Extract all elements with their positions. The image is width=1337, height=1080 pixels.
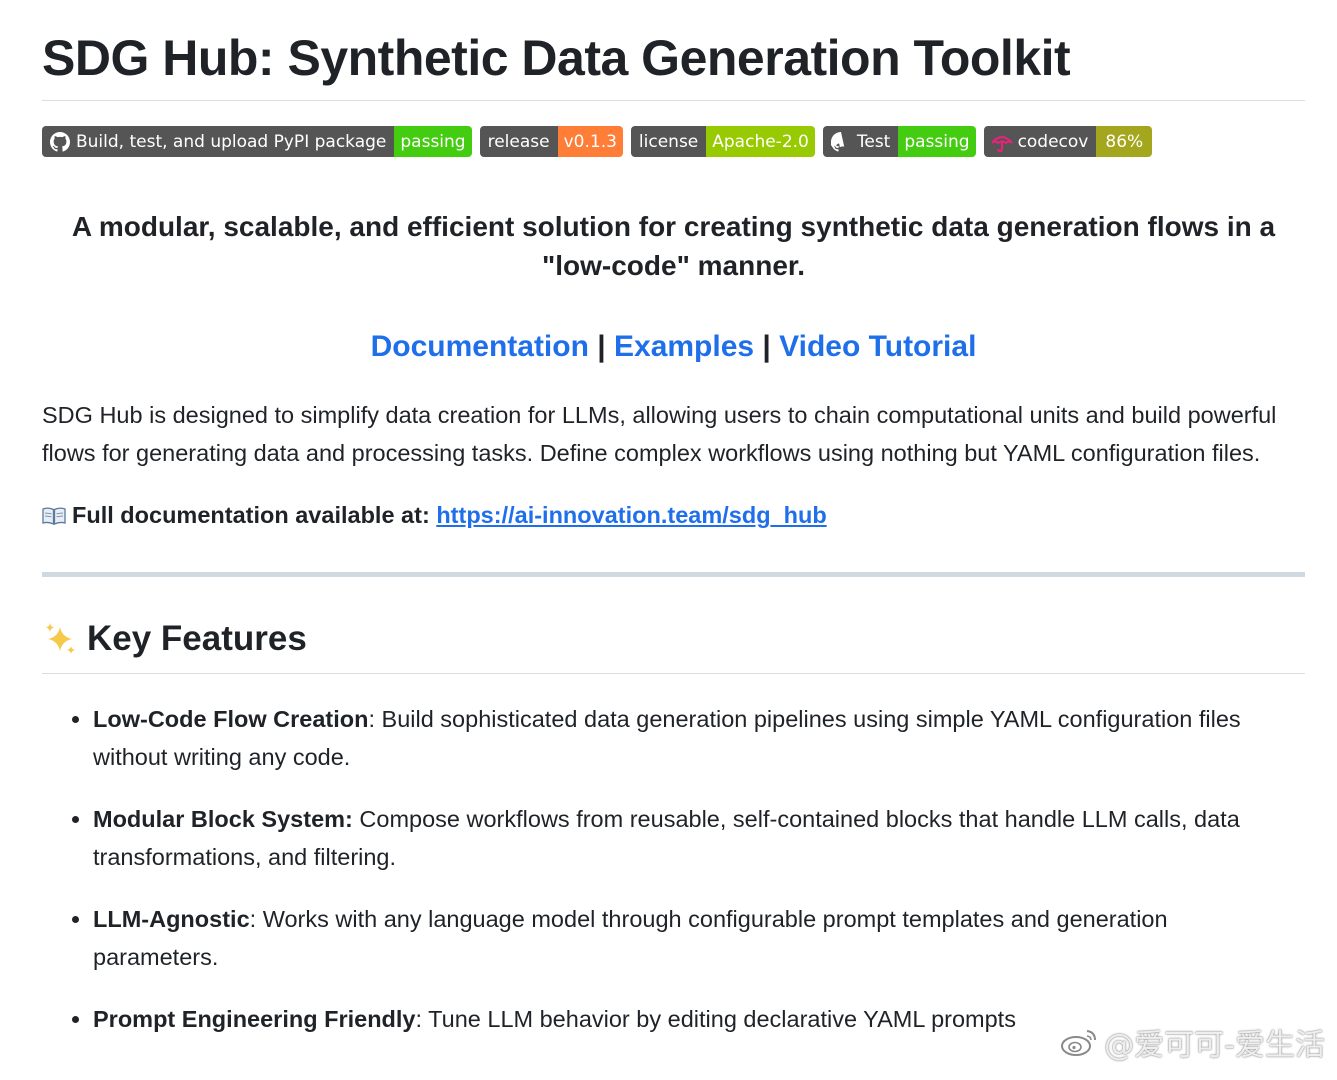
heading-divider — [42, 673, 1305, 674]
video-tutorial-link[interactable]: Video Tutorial — [779, 330, 976, 363]
badge-label: codecov — [1017, 131, 1089, 152]
badge-label: license — [638, 131, 699, 152]
badge-label: release — [487, 131, 550, 152]
sparkles-icon — [46, 623, 75, 654]
documentation-label: Full documentation available at: — [72, 502, 430, 528]
badge-label: Test — [856, 131, 891, 152]
page-title: SDG Hub: Synthetic Data Generation Toolk… — [42, 30, 1071, 86]
feature-desc: : Works with any language model through … — [93, 906, 1168, 970]
documentation-line: Full documentation available at: https:/… — [42, 496, 1305, 534]
badge-label: Build, test, and upload PyPI package — [76, 131, 387, 152]
title-divider — [42, 100, 1305, 101]
github-icon — [830, 131, 845, 152]
link-separator: | — [588, 330, 614, 363]
readme-page: SDG Hub: Synthetic Data Generation Toolk… — [0, 0, 1337, 1080]
open-book-icon — [42, 507, 66, 525]
weibo-logo-icon — [1061, 1030, 1097, 1056]
link-separator: | — [754, 330, 780, 363]
intro-paragraph: SDG Hub is designed to simplify data cre… — [42, 402, 1277, 466]
feature-name: Modular Block System: — [93, 806, 353, 832]
feature-list: Low-Code Flow Creation: Build sophistica… — [42, 700, 1305, 1038]
github-icon — [50, 131, 70, 152]
build-badge[interactable]: Build, test, and upload PyPI package pas… — [42, 126, 472, 157]
key-features-title: Key Features — [87, 619, 307, 658]
feature-desc: : Tune LLM behavior by editing declarati… — [415, 1006, 1016, 1032]
section-divider — [42, 572, 1305, 577]
test-badge[interactable]: Test passing — [822, 126, 976, 157]
tagline: A modular, scalable, and efficient solut… — [71, 211, 1276, 281]
examples-link[interactable]: Examples — [614, 330, 754, 363]
release-badge[interactable]: release v0.1.3 — [479, 126, 623, 157]
badge-row: Build, test, and upload PyPI package pas… — [42, 126, 1305, 157]
watermark: @爱可可-爱生活 — [1060, 1020, 1325, 1064]
list-item: Low-Code Flow Creation: Build sophistica… — [72, 700, 1305, 776]
badge-value: passing — [898, 126, 976, 157]
list-item: Modular Block System: Compose workflows … — [72, 800, 1305, 876]
documentation-url-link[interactable]: https://ai-innovation.team/sdg_hub — [436, 502, 826, 528]
badge-value: 86% — [1096, 126, 1153, 157]
badge-value: Apache-2.0 — [706, 126, 815, 157]
watermark-text: @爱可可-爱生活 — [1104, 1028, 1325, 1063]
documentation-link[interactable]: Documentation — [371, 330, 589, 363]
list-item: LLM-Agnostic: Works with any language mo… — [72, 900, 1305, 976]
doc-links: Documentation | Examples | Video Tutoria… — [42, 327, 1305, 367]
feature-name: LLM-Agnostic — [93, 906, 250, 932]
codecov-badge[interactable]: codecov 86% — [983, 126, 1153, 157]
badge-value: v0.1.3 — [557, 126, 623, 157]
license-badge[interactable]: license Apache-2.0 — [630, 126, 815, 157]
badge-value: passing — [394, 126, 472, 157]
feature-name: Low-Code Flow Creation — [93, 706, 369, 732]
codecov-umbrella-icon — [990, 135, 1013, 152]
feature-name: Prompt Engineering Friendly — [93, 1006, 416, 1032]
key-features-heading: Key Features — [42, 617, 1305, 661]
